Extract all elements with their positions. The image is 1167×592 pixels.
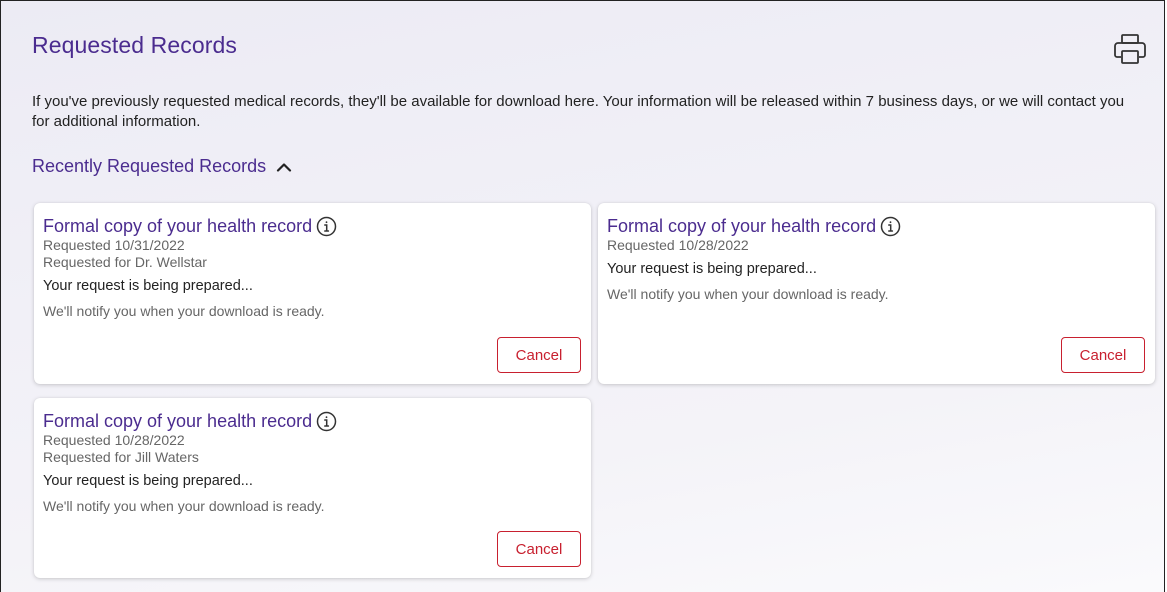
cancel-button[interactable]: Cancel bbox=[497, 531, 581, 567]
requested-date: Requested 10/31/2022 bbox=[43, 237, 185, 253]
request-status: Your request is being prepared... bbox=[607, 261, 817, 277]
info-icon[interactable] bbox=[316, 411, 337, 432]
notify-note: We'll notify you when your download is r… bbox=[43, 303, 325, 319]
record-title: Formal copy of your health record bbox=[43, 215, 581, 237]
notify-note: We'll notify you when your download is r… bbox=[607, 286, 889, 302]
record-title-text: Formal copy of your health record bbox=[607, 216, 877, 236]
info-icon[interactable] bbox=[316, 216, 337, 237]
info-icon[interactable] bbox=[880, 216, 901, 237]
request-status: Your request is being prepared... bbox=[43, 278, 253, 294]
record-title-text: Formal copy of your health record bbox=[43, 216, 313, 236]
record-title: Formal copy of your health record bbox=[43, 410, 581, 432]
section-header-label: Recently Requested Records bbox=[32, 156, 267, 176]
printer-icon bbox=[1114, 34, 1146, 64]
page-title: Requested Records bbox=[32, 32, 237, 58]
requested-date: Requested 10/28/2022 bbox=[607, 237, 749, 253]
record-card: Formal copy of your health record Reques… bbox=[34, 398, 591, 578]
record-card: Formal copy of your health record Reques… bbox=[34, 203, 591, 384]
notify-note: We'll notify you when your download is r… bbox=[43, 498, 325, 514]
record-title: Formal copy of your health record bbox=[607, 215, 1145, 237]
record-title-text: Formal copy of your health record bbox=[43, 411, 313, 431]
request-status: Your request is being prepared... bbox=[43, 473, 253, 489]
print-button[interactable] bbox=[1113, 33, 1147, 65]
requested-date: Requested 10/28/2022 bbox=[43, 432, 185, 448]
requested-for: Requested for Dr. Wellstar bbox=[43, 254, 207, 270]
cancel-button[interactable]: Cancel bbox=[1061, 337, 1145, 373]
intro-text: If you've previously requested medical r… bbox=[32, 93, 1125, 130]
cancel-button[interactable]: Cancel bbox=[497, 337, 581, 373]
requested-for: Requested for Jill Waters bbox=[43, 449, 199, 465]
chevron-up-icon bbox=[277, 162, 292, 172]
requested-records-panel: Requested Records If you've previously r… bbox=[0, 0, 1165, 592]
recently-requested-toggle[interactable]: Recently Requested Records bbox=[32, 156, 292, 177]
record-card: Formal copy of your health record Reques… bbox=[598, 203, 1155, 384]
